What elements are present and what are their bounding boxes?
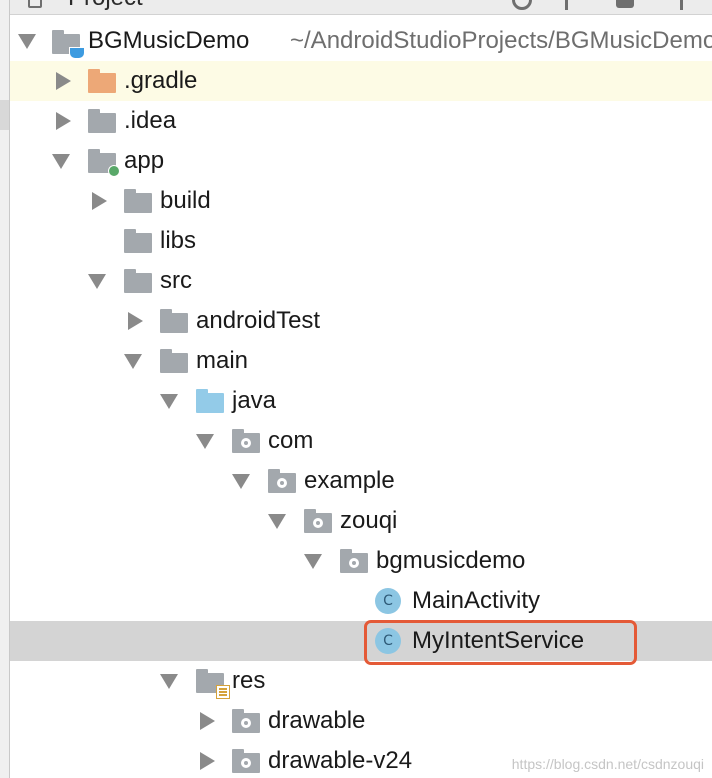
folder-icon	[124, 269, 152, 293]
tree-item-label: example	[304, 467, 395, 494]
expand-arrow-down-icon[interactable]	[268, 514, 286, 529]
expand-arrow-right-icon[interactable]	[200, 752, 215, 770]
package-folder-icon	[304, 509, 332, 533]
folder-icon	[88, 109, 116, 133]
tree-item-label: build	[160, 187, 211, 214]
side-tool-strip[interactable]	[0, 0, 10, 778]
resource-badge-icon	[216, 685, 230, 699]
tree-item-libs[interactable]: libs	[10, 221, 712, 261]
excluded-folder-icon	[88, 69, 116, 93]
module-folder-icon	[88, 149, 120, 177]
gear-icon[interactable]	[616, 0, 634, 8]
expand-arrow-down-icon[interactable]	[52, 154, 70, 169]
tree-item-label: drawable	[268, 707, 366, 734]
expand-arrow-down-icon[interactable]	[88, 274, 106, 289]
class-icon: C	[375, 588, 401, 614]
source-folder-icon	[196, 389, 224, 413]
tree-item-label: com	[268, 427, 314, 454]
expand-arrow-right-icon[interactable]	[92, 192, 107, 210]
tree-item-label: libs	[160, 227, 197, 254]
tree-item-label: .gradle	[124, 67, 198, 94]
view-mode-icon[interactable]	[28, 0, 42, 8]
tree-item-src[interactable]: src	[10, 261, 712, 301]
tree-item-gradle[interactable]: .gradle	[10, 61, 712, 101]
project-header: Project	[10, 0, 712, 15]
expand-arrow-down-icon[interactable]	[124, 354, 142, 369]
watermark: https://blog.csdn.net/csdnzouqi	[511, 756, 704, 772]
expand-arrow-down-icon[interactable]	[160, 394, 178, 409]
tree-item-mainactivity[interactable]: C MainActivity	[10, 581, 712, 621]
tree-item-example[interactable]: example	[10, 461, 712, 501]
tree-item-androidtest[interactable]: androidTest	[10, 301, 712, 341]
tree-item-res[interactable]: res	[10, 661, 712, 701]
locate-file-icon[interactable]	[512, 0, 532, 10]
project-badge-icon	[69, 47, 85, 59]
tree-item-build[interactable]: build	[10, 181, 712, 221]
tree-item-com[interactable]: com	[10, 421, 712, 461]
tree-item-label: drawable-v24	[268, 747, 413, 774]
tree-item-bgmusicdemo-package[interactable]: bgmusicdemo	[10, 541, 712, 581]
expand-arrow-down-icon[interactable]	[196, 434, 214, 449]
expand-arrow-down-icon[interactable]	[18, 34, 36, 49]
tree-item-label: app	[124, 147, 165, 174]
expand-arrow-down-icon[interactable]	[304, 554, 322, 569]
highlight-annotation-box	[364, 620, 637, 665]
tree-item-label: androidTest	[196, 307, 321, 334]
package-folder-icon	[232, 429, 260, 453]
tree-item-label: zouqi	[340, 507, 398, 534]
resource-folder-icon	[196, 669, 230, 699]
tree-item-label: bgmusicdemo	[376, 547, 526, 574]
folder-icon	[160, 309, 188, 333]
package-folder-icon	[340, 549, 368, 573]
folder-icon	[124, 229, 152, 253]
tree-item-java[interactable]: java	[10, 381, 712, 421]
project-folder-icon	[52, 30, 85, 59]
tree-item-label: java	[232, 387, 277, 414]
expand-arrow-right-icon[interactable]	[128, 312, 143, 330]
tree-item-idea[interactable]: .idea	[10, 101, 712, 141]
tree-item-label: main	[196, 347, 249, 374]
tree-item-bgmusicdemo-root[interactable]: BGMusicDemo ~/AndroidStudioProjects/BGMu…	[10, 21, 712, 61]
collapse-all-icon[interactable]	[565, 0, 568, 10]
expand-arrow-right-icon[interactable]	[200, 712, 215, 730]
tree-item-label: BGMusicDemo	[88, 27, 250, 54]
tree-item-drawable[interactable]: drawable	[10, 701, 712, 741]
package-folder-icon	[232, 709, 260, 733]
folder-icon	[124, 189, 152, 213]
project-header-label[interactable]: Project	[68, 0, 143, 12]
expand-arrow-down-icon[interactable]	[232, 474, 250, 489]
tree-item-label: MainActivity	[412, 587, 541, 614]
expand-arrow-down-icon[interactable]	[160, 674, 178, 689]
project-tool-window: Project BGMusicDemo ~/AndroidStudioProje…	[0, 0, 712, 778]
tree-item-label: .idea	[124, 107, 177, 134]
hide-panel-icon[interactable]	[680, 0, 683, 10]
folder-icon	[160, 349, 188, 373]
side-strip-tab[interactable]	[0, 100, 9, 130]
tree-item-zouqi[interactable]: zouqi	[10, 501, 712, 541]
module-badge-icon	[108, 165, 120, 177]
package-folder-icon	[268, 469, 296, 493]
tree-item-main[interactable]: main	[10, 341, 712, 381]
expand-arrow-right-icon[interactable]	[56, 112, 71, 130]
tree-item-label: res	[232, 667, 266, 694]
tree-item-app[interactable]: app	[10, 141, 712, 181]
tree-item-path: ~/AndroidStudioProjects/BGMusicDemo	[290, 27, 712, 54]
package-folder-icon	[232, 749, 260, 773]
expand-arrow-right-icon[interactable]	[56, 72, 71, 90]
tree-item-label: src	[160, 267, 192, 294]
